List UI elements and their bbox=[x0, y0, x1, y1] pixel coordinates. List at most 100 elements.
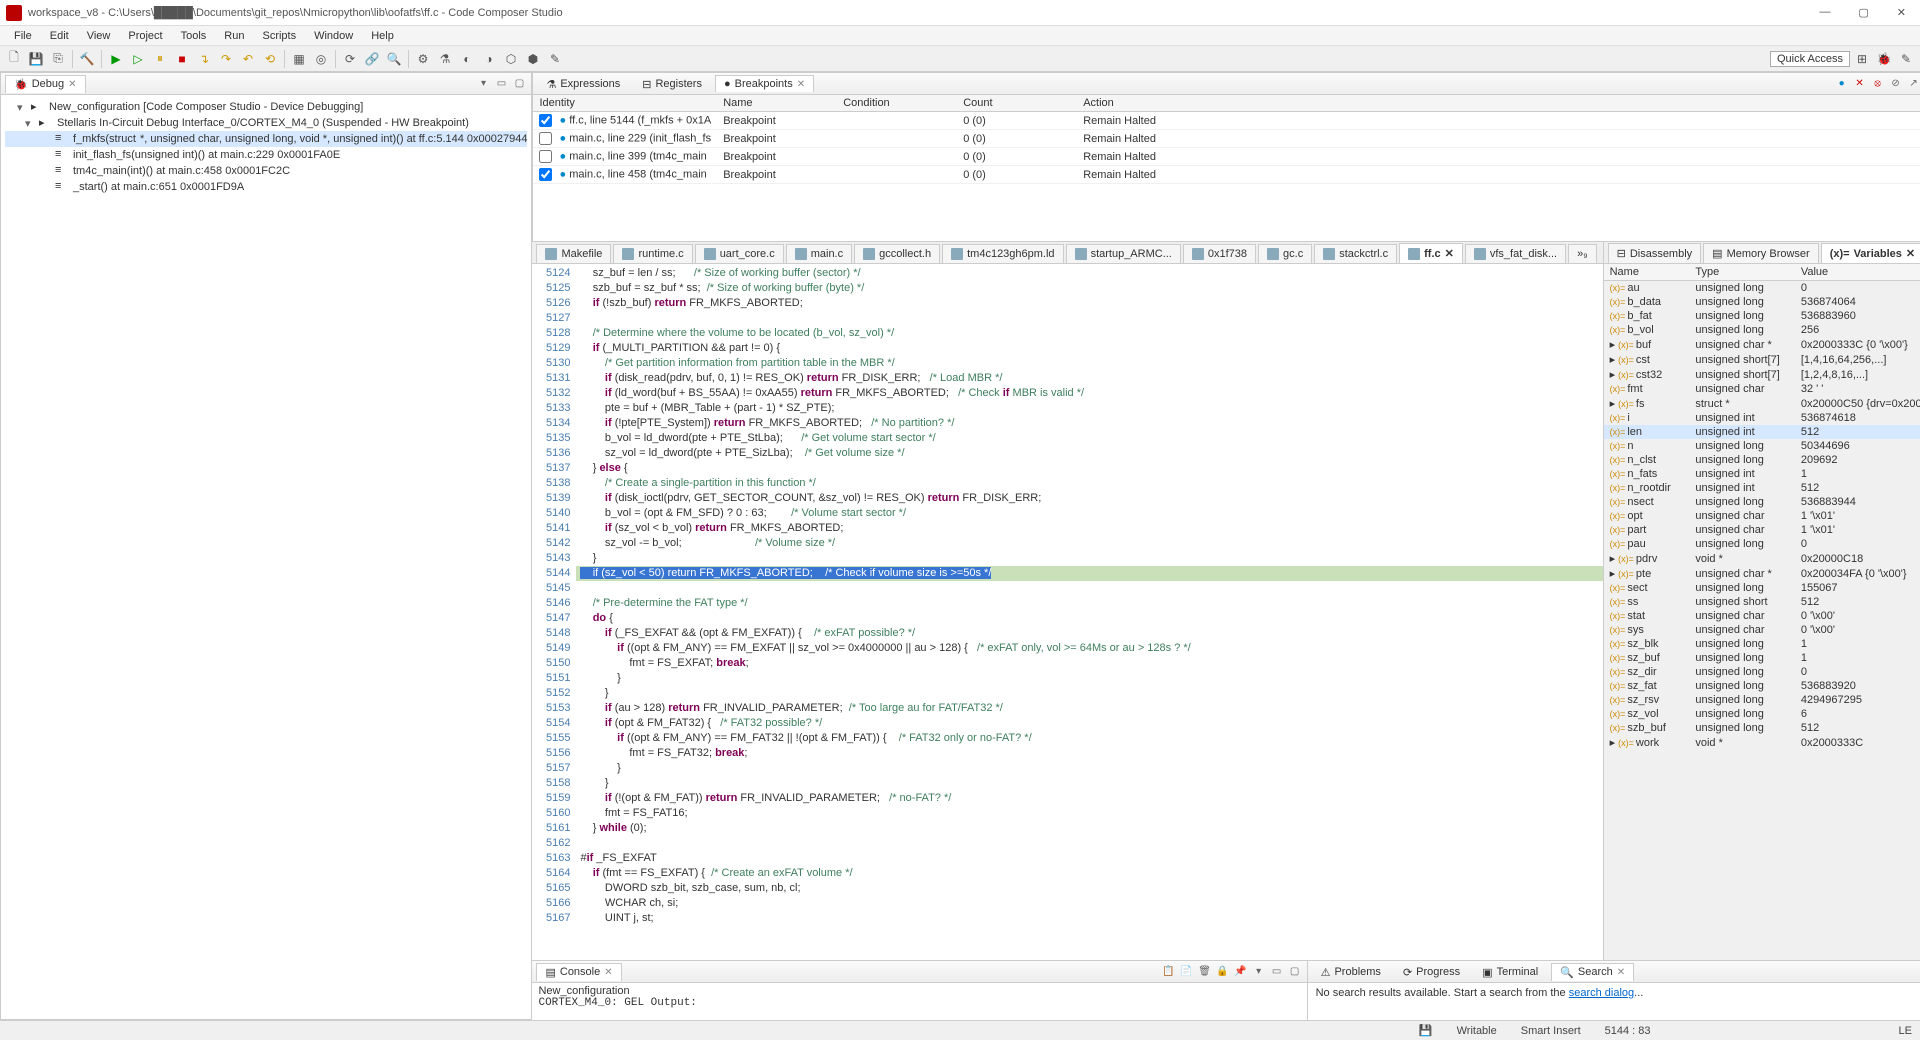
editor-tab[interactable]: uart_core.c bbox=[695, 244, 784, 263]
more-tabs[interactable]: »₉ bbox=[1568, 244, 1596, 263]
menu-file[interactable]: File bbox=[6, 28, 40, 44]
editor-tab[interactable]: vfs_fat_disk... bbox=[1465, 244, 1566, 263]
tool1-icon[interactable]: ⚙ bbox=[413, 49, 433, 69]
code-editor[interactable]: 5124512551265127512851295130513151325133… bbox=[532, 264, 1602, 960]
bp-checkbox[interactable] bbox=[539, 132, 552, 145]
quick-access[interactable]: Quick Access bbox=[1770, 51, 1850, 67]
variable-row[interactable]: (x)=b_fatunsigned long536883960 bbox=[1604, 309, 1920, 323]
memory-tab[interactable]: ▤ Memory Browser bbox=[1703, 243, 1819, 263]
bp-checkbox[interactable] bbox=[539, 150, 552, 163]
menu-run[interactable]: Run bbox=[216, 28, 252, 44]
variable-row[interactable]: (x)=nsectunsigned long536883944 bbox=[1604, 495, 1920, 509]
perspective-ccs-icon[interactable]: ⊞ bbox=[1852, 49, 1872, 69]
tool3-icon[interactable]: ◐ bbox=[457, 49, 477, 69]
c-min-icon[interactable]: ▭ bbox=[1269, 964, 1285, 980]
close-icon[interactable]: ✕ bbox=[68, 79, 76, 90]
breakpoint-row[interactable]: ● main.c, line 458 (tm4c_mainBreakpoint0… bbox=[533, 166, 1920, 184]
c-menu-icon[interactable]: ▾ bbox=[1251, 964, 1267, 980]
breakpoint-row[interactable]: ● ff.c, line 5144 (f_mkfs + 0x1ABreakpoi… bbox=[533, 112, 1920, 130]
menu-help[interactable]: Help bbox=[363, 28, 402, 44]
pin-icon[interactable]: 📌 bbox=[1233, 964, 1249, 980]
menu-scripts[interactable]: Scripts bbox=[254, 28, 304, 44]
expressions-tab[interactable]: ⚗ Expressions bbox=[537, 75, 629, 93]
variable-row[interactable]: (x)=pauunsigned long0 bbox=[1604, 537, 1920, 551]
menu-project[interactable]: Project bbox=[120, 28, 170, 44]
c2-icon[interactable]: 📄 bbox=[1179, 964, 1195, 980]
debug-item[interactable]: ≡ init_flash_fs(unsigned int)() at main.… bbox=[5, 147, 527, 163]
step-into-icon[interactable]: ↴ bbox=[194, 49, 214, 69]
disassembly-tab[interactable]: ⊟ Disassembly bbox=[1608, 243, 1702, 263]
terminal-tab[interactable]: ▣ Terminal bbox=[1473, 963, 1547, 981]
menu-view[interactable]: View bbox=[79, 28, 119, 44]
maximize-icon[interactable]: ▢ bbox=[511, 76, 527, 92]
variables-table[interactable]: Name Type Value (x)=auunsigned long0 (x)… bbox=[1604, 264, 1920, 960]
minimize-button[interactable]: — bbox=[1811, 6, 1838, 19]
variable-row[interactable]: (x)=sz_bufunsigned long1 bbox=[1604, 651, 1920, 665]
editor-tab[interactable]: stackctrl.c bbox=[1314, 244, 1397, 263]
bp-checkbox[interactable] bbox=[539, 114, 552, 127]
variable-row[interactable]: ▸ (x)=bufunsigned char *0x2000333C {0 '\… bbox=[1604, 337, 1920, 352]
variable-row[interactable]: (x)=fmtunsigned char32 ' ' bbox=[1604, 382, 1920, 396]
search-icon[interactable]: 🔍 bbox=[384, 49, 404, 69]
variable-row[interactable]: (x)=statunsigned char0 '\x00' bbox=[1604, 609, 1920, 623]
build-icon[interactable]: 🔨 bbox=[77, 49, 97, 69]
progress-tab[interactable]: ⟳ Progress bbox=[1394, 963, 1469, 981]
close-icon[interactable]: ✕ bbox=[1617, 967, 1625, 978]
variable-row[interactable]: (x)=sz_fatunsigned long536883920 bbox=[1604, 679, 1920, 693]
variable-row[interactable]: (x)=ssunsigned short512 bbox=[1604, 595, 1920, 609]
col-action[interactable]: Action bbox=[1077, 95, 1920, 112]
c1-icon[interactable]: 📋 bbox=[1161, 964, 1177, 980]
clear-icon[interactable]: 🗑 bbox=[1197, 964, 1213, 980]
editor-tab[interactable]: gccollect.h bbox=[854, 244, 940, 263]
goto-icon[interactable]: ↗ bbox=[1906, 76, 1920, 92]
maximize-button[interactable]: ▢ bbox=[1850, 6, 1876, 19]
col-type[interactable]: Type bbox=[1689, 264, 1794, 281]
debug-item[interactable]: ▾ ▸ New_configuration [Code Composer Stu… bbox=[5, 99, 527, 115]
refresh-icon[interactable]: ⟳ bbox=[340, 49, 360, 69]
variable-row[interactable]: (x)=b_dataunsigned long536874064 bbox=[1604, 295, 1920, 309]
col-identity[interactable]: Identity bbox=[533, 95, 717, 112]
lock-icon[interactable]: 🔒 bbox=[1215, 964, 1231, 980]
menu-tools[interactable]: Tools bbox=[173, 28, 215, 44]
editor-tab[interactable]: ff.c ✕ bbox=[1399, 243, 1463, 263]
step-return-icon[interactable]: ↶ bbox=[238, 49, 258, 69]
variable-row[interactable]: (x)=n_fatsunsigned int1 bbox=[1604, 467, 1920, 481]
variable-row[interactable]: ▸ (x)=pteunsigned char *0x200034FA {0 '\… bbox=[1604, 566, 1920, 581]
variable-row[interactable]: (x)=sz_dirunsigned long0 bbox=[1604, 665, 1920, 679]
c-max-icon[interactable]: ▢ bbox=[1287, 964, 1303, 980]
editor-tab[interactable]: runtime.c bbox=[613, 244, 692, 263]
bp-tool-icon[interactable]: ● bbox=[1834, 76, 1850, 92]
variable-row[interactable]: (x)=iunsigned int536874618 bbox=[1604, 411, 1920, 425]
variable-row[interactable]: (x)=sectunsigned long155067 bbox=[1604, 581, 1920, 595]
variable-row[interactable]: (x)=sysunsigned char0 '\x00' bbox=[1604, 623, 1920, 637]
variable-row[interactable]: (x)=szb_bufunsigned long512 bbox=[1604, 721, 1920, 735]
variable-row[interactable]: (x)=sz_volunsigned long6 bbox=[1604, 707, 1920, 721]
breakpoints-table[interactable]: Identity Name Condition Count Action ● f… bbox=[533, 95, 1920, 184]
variable-row[interactable]: (x)=auunsigned long0 bbox=[1604, 281, 1920, 296]
variable-row[interactable]: (x)=nunsigned long50344696 bbox=[1604, 439, 1920, 453]
skip-icon[interactable]: ⊘ bbox=[1888, 76, 1904, 92]
variable-row[interactable]: (x)=partunsigned char1 '\x01' bbox=[1604, 523, 1920, 537]
step-over-icon[interactable]: ↷ bbox=[216, 49, 236, 69]
close-icon[interactable]: ✕ bbox=[797, 79, 805, 90]
problems-tab[interactable]: ⚠ Problems bbox=[1312, 963, 1390, 981]
debug-item[interactable]: ≡ _start() at main.c:651 0x0001FD9A bbox=[5, 179, 527, 195]
stop-icon[interactable]: ■ bbox=[172, 49, 192, 69]
variable-row[interactable]: (x)=lenunsigned int512 bbox=[1604, 425, 1920, 439]
tool6-icon[interactable]: ⬢ bbox=[523, 49, 543, 69]
variable-row[interactable]: ▸ (x)=fsstruct *0x20000C50 {drv=0x20000C… bbox=[1604, 396, 1920, 411]
editor-tab[interactable]: tm4c123gh6pm.ld bbox=[942, 244, 1063, 263]
breakpoints-tab[interactable]: ● Breakpoints ✕ bbox=[715, 75, 814, 92]
remove-all-icon[interactable]: ⦻ bbox=[1870, 76, 1886, 92]
breakpoint-row[interactable]: ● main.c, line 399 (tm4c_mainBreakpoint0… bbox=[533, 148, 1920, 166]
col-condition[interactable]: Condition bbox=[837, 95, 957, 112]
run-icon[interactable]: ▷ bbox=[128, 49, 148, 69]
debug-item[interactable]: ≡ tm4c_main(int)() at main.c:458 0x0001F… bbox=[5, 163, 527, 179]
perspective-debug-icon[interactable]: 🐞 bbox=[1874, 49, 1894, 69]
close-icon[interactable]: ✕ bbox=[1445, 247, 1454, 260]
bp-checkbox[interactable] bbox=[539, 168, 552, 181]
variable-row[interactable]: (x)=b_volunsigned long256 bbox=[1604, 323, 1920, 337]
editor-tab[interactable]: main.c bbox=[786, 244, 852, 263]
collapse-icon[interactable]: ▾ bbox=[475, 76, 491, 92]
variables-tab[interactable]: (x)= Variables ✕ bbox=[1821, 243, 1920, 263]
